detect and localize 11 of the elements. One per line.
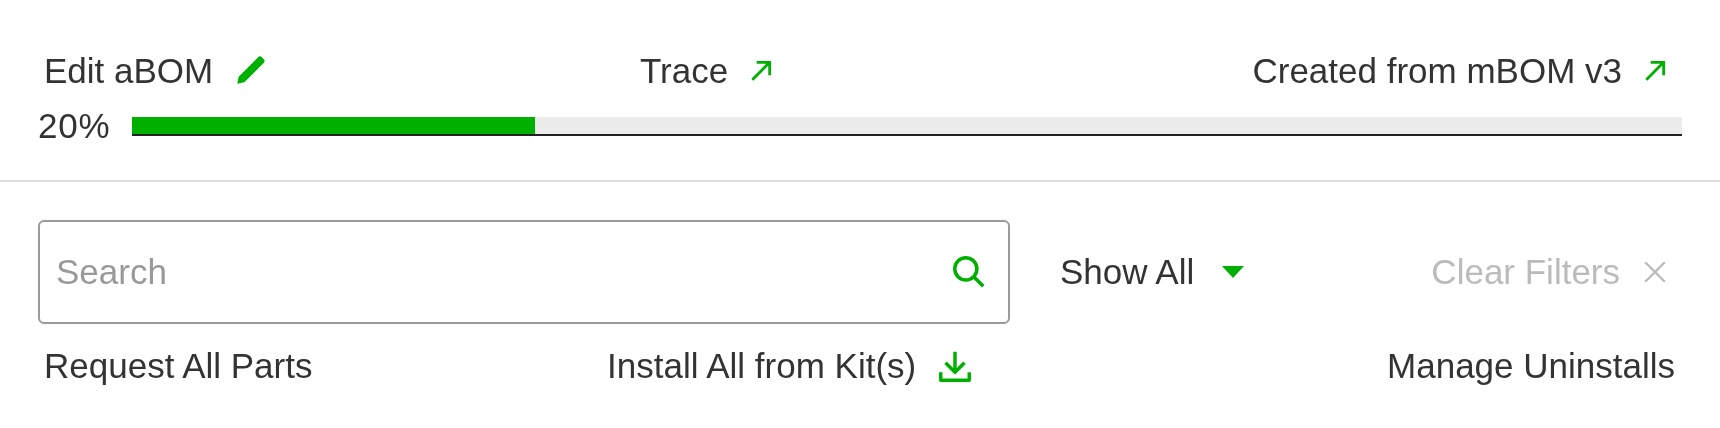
search-field[interactable]: Search	[38, 220, 1010, 324]
action-link[interactable]: Manage Uninstalls	[1387, 346, 1675, 386]
close-icon	[1642, 259, 1668, 285]
external-link[interactable]: Created from mBOM v3	[1252, 51, 1668, 91]
filter-dropdown[interactable]: Show All	[1060, 252, 1245, 292]
action-link[interactable]: Request All Parts	[44, 346, 607, 386]
progress-reading: 20%	[38, 106, 111, 146]
caret-icon	[1222, 265, 1245, 279]
action-link[interactable]: Install All from Kit(s)	[607, 346, 975, 386]
external-link[interactable]: Trace	[640, 51, 775, 91]
edit-link[interactable]: Edit aBOM	[44, 51, 640, 91]
